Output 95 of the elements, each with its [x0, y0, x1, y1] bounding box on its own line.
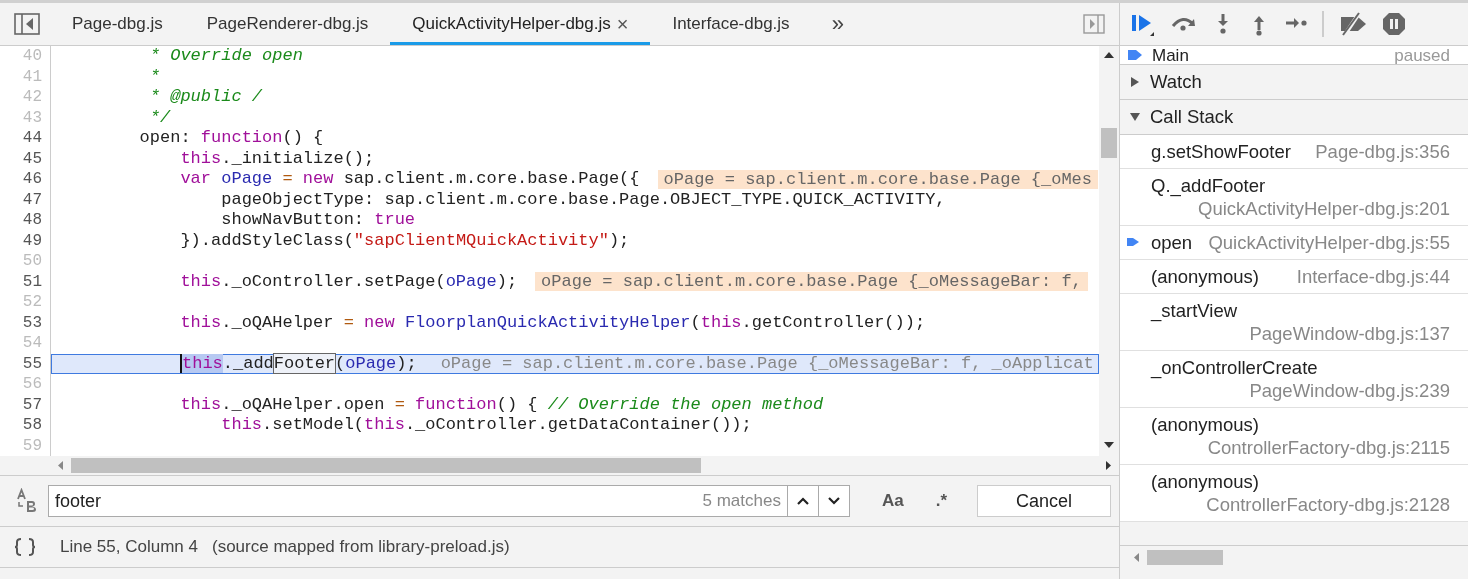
breakpoint-slash-icon — [1338, 12, 1368, 36]
source-location: ControllerFactory-dbg.js:2128 — [1206, 493, 1450, 516]
line-number[interactable]: 53 — [0, 312, 50, 333]
code-line: */ — [148, 107, 171, 128]
code-line: * @public / — [148, 87, 263, 108]
scroll-left-icon[interactable] — [58, 461, 63, 470]
scroll-left-icon[interactable] — [1134, 552, 1139, 562]
scroll-right-icon[interactable] — [1106, 461, 1111, 470]
code-line: }).addStyleClass("sapClientMQuickActivity"); — [179, 230, 630, 251]
function-name: Q._addFooter — [1151, 174, 1266, 197]
line-number[interactable]: 48 — [0, 210, 50, 231]
line-number[interactable]: 45 — [0, 148, 50, 169]
function-name: open — [1151, 231, 1193, 254]
sidebar-toggle-icon[interactable] — [1083, 14, 1105, 34]
resume-button[interactable] — [1130, 12, 1156, 36]
source-location: PageWindow-dbg.js:239 — [1249, 379, 1450, 402]
call-frame[interactable]: _startView PageWindow-dbg.js:137 — [1120, 294, 1468, 351]
file-tab[interactable]: Interface-dbg.js — [650, 3, 812, 45]
scrollbar[interactable] — [1099, 46, 1119, 456]
source-location: PageWindow-dbg.js:137 — [1249, 322, 1450, 345]
code-line: this._initialize(); — [179, 148, 375, 169]
code-line: this.setModel(this._oController.getDataContainer()); — [220, 415, 752, 436]
line-number[interactable]: 44 — [0, 128, 50, 149]
call-frame[interactable]: Q._addFooter QuickActivityHelper-dbg.js:201 — [1120, 169, 1468, 226]
chevron-down-icon — [827, 497, 840, 505]
match-case-toggle[interactable]: Aa — [869, 491, 916, 511]
match-count: 5 matches — [696, 486, 788, 516]
source-location: Page-dbg.js:356 — [1315, 140, 1450, 163]
section-header[interactable]: Watch — [1120, 65, 1468, 100]
scrollbar-thumb[interactable] — [1101, 128, 1117, 158]
sidebar-toggle-icon[interactable] — [14, 13, 40, 35]
source-location: ControllerFactory-dbg.js:2115 — [1207, 436, 1450, 459]
function-name: _onControllerCreate — [1151, 356, 1318, 379]
function-name: (anonymous) — [1151, 470, 1259, 493]
call-frame[interactable]: g.setShowFooter Page-dbg.js:356 — [1120, 135, 1468, 169]
inline-value: oPage = sap.client.m.core.base.Page {_oMessageBar: f, _oApplicat — [439, 354, 1095, 374]
call-frame[interactable]: open QuickActivityHelper-dbg.js:55 — [1120, 226, 1468, 260]
function-name: g.setShowFooter — [1151, 140, 1291, 163]
pause-octagon-icon — [1382, 12, 1406, 36]
code-line: pageObjectType: sap.client.m.core.base.Page.OBJECT_TYPE.QUICK_ACTIVITY, — [220, 189, 946, 210]
resume-icon — [1130, 12, 1156, 36]
code-line: * — [148, 66, 161, 87]
function-name: _startView — [1151, 299, 1238, 322]
code-line: this._oController.setPage(oPage); — [179, 271, 518, 292]
function-name: (anonymous) — [1151, 413, 1259, 436]
thread-row[interactable]: Main paused — [1120, 46, 1468, 65]
current-arrow-icon — [1128, 50, 1142, 60]
regex-toggle[interactable]: .* — [923, 491, 959, 511]
scroll-down-icon[interactable] — [1104, 442, 1114, 448]
scrollbar[interactable] — [1120, 545, 1468, 568]
pretty-print-button[interactable] — [14, 537, 36, 557]
braces-icon — [14, 537, 36, 557]
thread-state: paused — [1394, 46, 1450, 64]
code-line: var oPage = new sap.client.m.core.base.Page({ — [179, 169, 640, 190]
scroll-up-icon[interactable] — [1104, 52, 1114, 58]
collapsed-triangle-icon — [1130, 77, 1140, 87]
more-tabs-button[interactable]: » — [831, 11, 844, 37]
cancel-button[interactable]: Cancel — [977, 485, 1111, 517]
scrollbar-thumb[interactable] — [71, 458, 701, 473]
call-frame[interactable]: (anonymous) ControllerFactory-dbg.js:2115 — [1120, 408, 1468, 465]
line-number[interactable]: 55 — [0, 353, 50, 374]
line-number[interactable]: 57 — [0, 394, 50, 415]
deactivate-breakpoints-button[interactable] — [1338, 12, 1368, 36]
search-box[interactable]: footer 5 matches — [48, 485, 850, 517]
code-line: this._addFooter(oPage); — [179, 353, 417, 374]
code-line: this._oQAHelper.open = function() { // Override the open method — [179, 394, 824, 415]
scrollbar-thumb[interactable] — [1147, 549, 1223, 565]
expanded-triangle-icon — [1130, 112, 1140, 122]
code-line: this._oQAHelper = new FloorplanQuickActivityHelper(this.getController()); — [179, 312, 926, 333]
source-map-info: (source mapped from library-preload.js) — [212, 537, 510, 557]
source-location: Interface-dbg.js:44 — [1296, 265, 1450, 288]
line-number[interactable]: 49 — [0, 230, 50, 251]
call-frame[interactable]: _onControllerCreate PageWindow-dbg.js:239 — [1120, 351, 1468, 408]
code-line: * Override open — [148, 46, 303, 67]
inline-value: oPage = sap.client.m.core.base.Page {_oMessageBar: f, — [535, 272, 1088, 292]
close-icon[interactable]: × — [616, 12, 629, 36]
code-line: showNavButton: true — [220, 210, 416, 231]
chevron-up-icon — [796, 497, 809, 505]
file-tab[interactable]: Page-dbg.js — [50, 3, 185, 45]
pause-on-exceptions-button[interactable] — [1382, 12, 1406, 36]
inline-value: oPage = sap.client.m.core.base.Page {_oMes — [657, 169, 1098, 189]
search-field[interactable]: footer — [49, 490, 697, 512]
source-location: QuickActivityHelper-dbg.js:201 — [1198, 197, 1450, 220]
line-number[interactable]: 47 — [0, 189, 50, 210]
cursor-position: Line 55, Column 4 — [60, 537, 198, 557]
scrollbar[interactable] — [0, 456, 1119, 476]
code-line: open: function() { — [138, 128, 324, 149]
file-tab[interactable]: PageRenderer-dbg.js — [184, 3, 391, 45]
function-name: (anonymous) — [1151, 265, 1259, 288]
line-number[interactable]: 46 — [0, 169, 50, 190]
line-number[interactable]: 58 — [0, 415, 50, 436]
line-number[interactable]: 51 — [0, 271, 50, 292]
call-frame[interactable]: (anonymous) Interface-dbg.js:44 — [1120, 260, 1468, 294]
source-location: QuickActivityHelper-dbg.js:55 — [1208, 231, 1450, 254]
call-frame[interactable]: (anonymous) ControllerFactory-dbg.js:2128 — [1120, 465, 1468, 522]
